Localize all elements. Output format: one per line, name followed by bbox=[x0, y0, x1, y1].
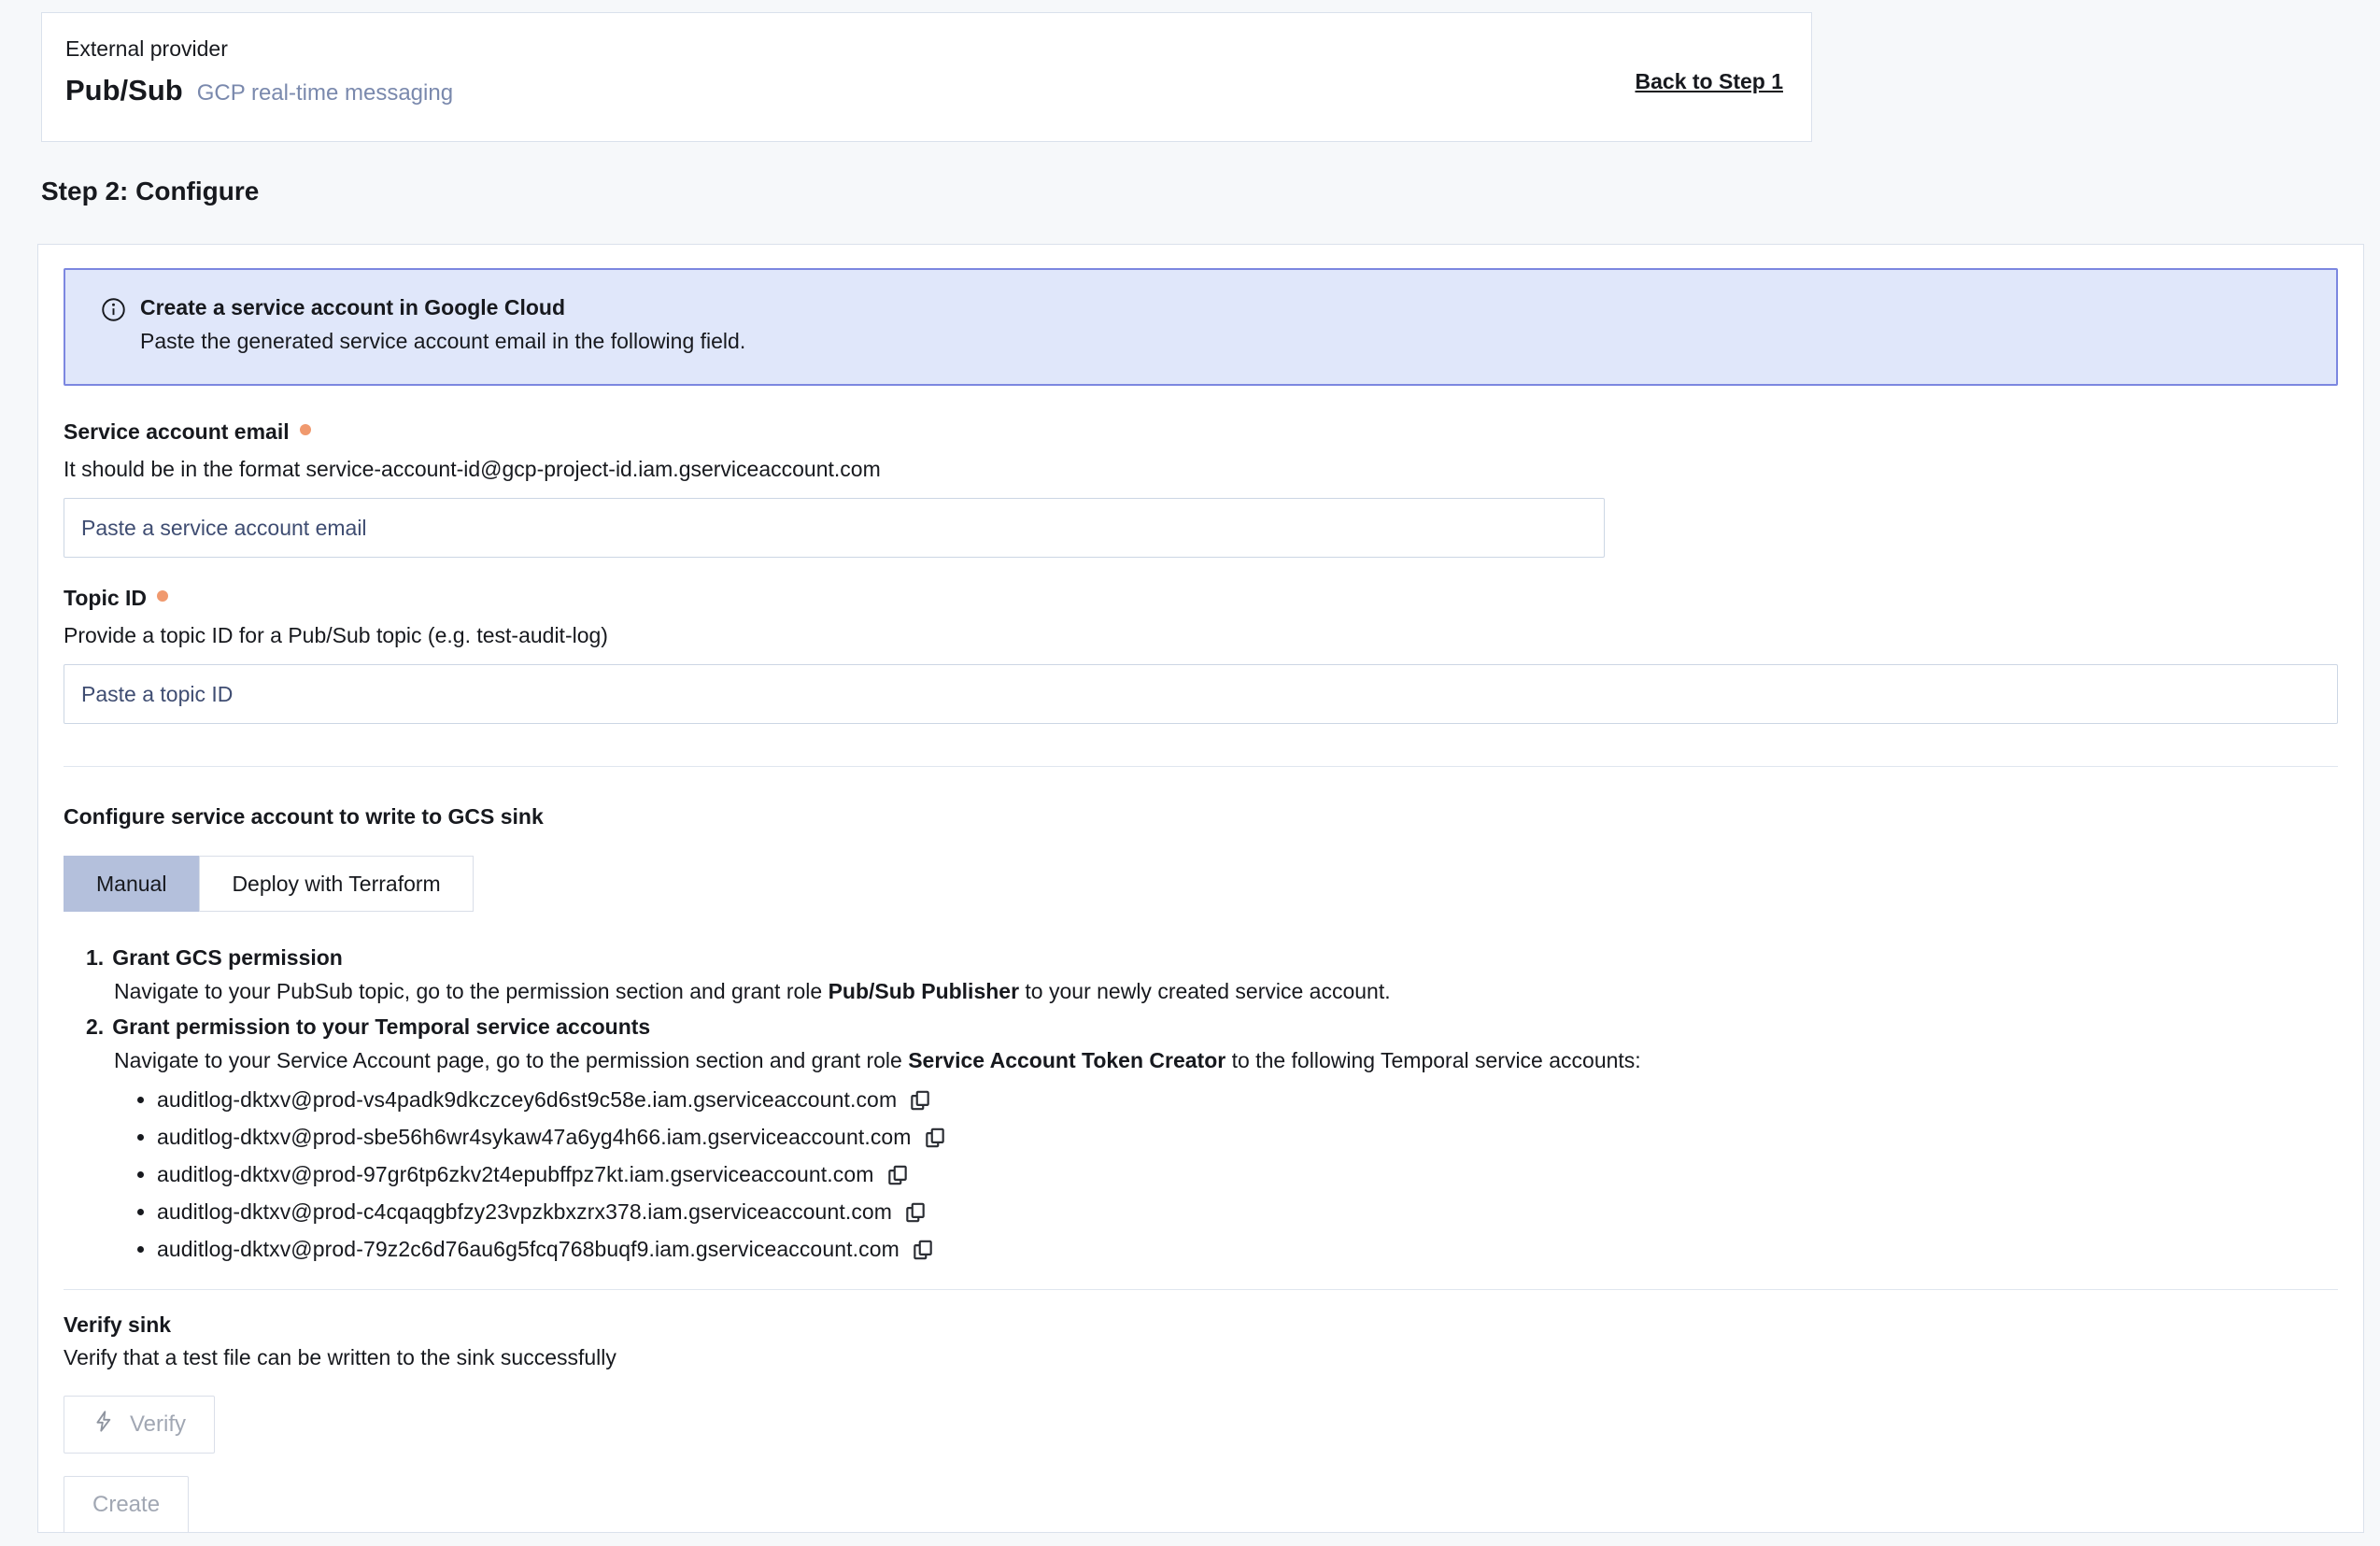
service-account-email-input[interactable] bbox=[64, 498, 1605, 558]
banner-title: Create a service account in Google Cloud bbox=[140, 295, 745, 320]
service-account-email: auditlog-dktxv@prod-sbe56h6wr4sykaw47a6y… bbox=[157, 1125, 912, 1149]
topic-id-field-group: Topic ID Provide a topic ID for a Pub/Su… bbox=[64, 584, 2338, 724]
step-body: Navigate to your PubSub topic, go to the… bbox=[114, 977, 2338, 1005]
create-button[interactable]: Create bbox=[64, 1476, 189, 1533]
section-divider bbox=[64, 766, 2338, 767]
service-account-list-item: auditlog-dktxv@prod-c4cqaqgbfzy23vpzkbxz… bbox=[157, 1198, 2338, 1227]
verify-button[interactable]: Verify bbox=[64, 1396, 215, 1454]
service-account-email-helper: It should be in the format service-accou… bbox=[64, 455, 2338, 483]
info-icon bbox=[101, 297, 126, 327]
copy-button[interactable] bbox=[923, 1126, 947, 1153]
step-number: 2. bbox=[86, 1014, 104, 1039]
service-account-list-item: auditlog-dktxv@prod-97gr6tp6zkv2t4epubff… bbox=[157, 1160, 2338, 1190]
instruction-steps: 1. Grant GCS permission Navigate to your … bbox=[86, 943, 2338, 1074]
topic-id-helper: Provide a topic ID for a Pub/Sub topic (… bbox=[64, 621, 2338, 649]
copy-icon bbox=[908, 1101, 932, 1115]
required-indicator-dot bbox=[157, 590, 168, 602]
verify-sink-description: Verify that a test file can be written t… bbox=[64, 1343, 2338, 1371]
provider-name: Pub/Sub bbox=[65, 74, 183, 107]
copy-icon bbox=[911, 1251, 935, 1265]
tab[interactable]: Deploy with Terraform bbox=[199, 856, 473, 912]
copy-button[interactable] bbox=[911, 1238, 935, 1265]
temporal-service-account-list: auditlog-dktxv@prod-vs4padk9dkczcey6d6st… bbox=[157, 1085, 2338, 1265]
back-to-step-1-link[interactable]: Back to Step 1 bbox=[1636, 69, 1784, 94]
instruction-step: 1. Grant GCS permission Navigate to your … bbox=[86, 943, 2338, 1005]
copy-icon bbox=[903, 1213, 928, 1227]
provider-eyebrow: External provider bbox=[65, 36, 1783, 62]
page-title: Step 2: Configure bbox=[41, 177, 2380, 206]
banner-description: Paste the generated service account emai… bbox=[140, 329, 745, 354]
verify-button-label: Verify bbox=[130, 1411, 186, 1438]
verify-sink-title: Verify sink bbox=[64, 1312, 2338, 1338]
create-button-label: Create bbox=[92, 1492, 160, 1518]
tab[interactable]: Manual bbox=[64, 856, 199, 912]
configure-tabs: Manual Deploy with Terraform bbox=[64, 856, 2338, 912]
service-account-list-item: auditlog-dktxv@prod-vs4padk9dkczcey6d6st… bbox=[157, 1085, 2338, 1115]
service-account-email: auditlog-dktxv@prod-97gr6tp6zkv2t4epubff… bbox=[157, 1162, 874, 1186]
lightning-bolt-icon bbox=[92, 1410, 116, 1440]
service-account-email: auditlog-dktxv@prod-79z2c6d76au6g5fcq768… bbox=[157, 1237, 900, 1261]
step-body: Navigate to your Service Account page, g… bbox=[114, 1046, 2338, 1074]
copy-icon bbox=[885, 1176, 910, 1190]
topic-id-input[interactable] bbox=[64, 664, 2338, 724]
step-title: Grant permission to your Temporal servic… bbox=[112, 1014, 650, 1039]
service-account-email: auditlog-dktxv@prod-vs4padk9dkczcey6d6st… bbox=[157, 1087, 897, 1112]
required-indicator-dot bbox=[300, 424, 311, 435]
service-account-list-item: auditlog-dktxv@prod-79z2c6d76au6g5fcq768… bbox=[157, 1235, 2338, 1265]
service-account-list-item: auditlog-dktxv@prod-sbe56h6wr4sykaw47a6y… bbox=[157, 1123, 2338, 1153]
info-banner: Create a service account in Google Cloud… bbox=[64, 268, 2338, 386]
service-account-email-label: Service account email bbox=[64, 419, 290, 445]
topic-id-label: Topic ID bbox=[64, 586, 147, 611]
service-account-email-field-group: Service account email It should be in th… bbox=[64, 418, 2338, 558]
service-account-email: auditlog-dktxv@prod-c4cqaqgbfzy23vpzkbxz… bbox=[157, 1199, 892, 1224]
step-title: Grant GCS permission bbox=[112, 945, 343, 970]
step-number: 1. bbox=[86, 945, 104, 970]
configure-card: Create a service account in Google Cloud… bbox=[37, 244, 2364, 1533]
instruction-step: 2. Grant permission to your Temporal serv… bbox=[86, 1013, 2338, 1074]
section-divider bbox=[64, 1289, 2338, 1290]
copy-button[interactable] bbox=[908, 1088, 932, 1115]
copy-button[interactable] bbox=[903, 1200, 928, 1227]
copy-icon bbox=[923, 1139, 947, 1153]
copy-button[interactable] bbox=[885, 1163, 910, 1190]
configure-section-title: Configure service account to write to GC… bbox=[64, 804, 2338, 830]
provider-card: External provider Pub/Sub GCP real-time … bbox=[41, 12, 1812, 142]
provider-tagline: GCP real-time messaging bbox=[197, 80, 453, 106]
